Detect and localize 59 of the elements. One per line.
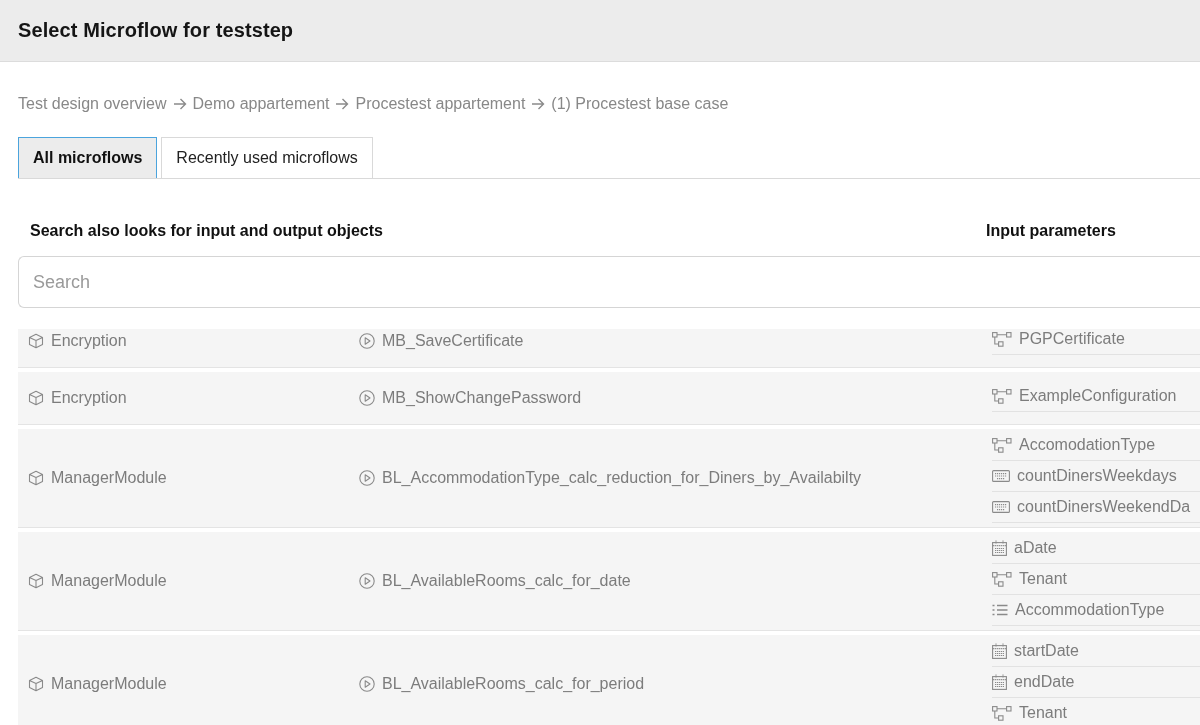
microflow-name: MB_SaveCertificate bbox=[382, 331, 524, 351]
microflow-row[interactable]: Encryption MB_ShowChangePassword ExampleConfiguration bbox=[18, 372, 1200, 425]
calendar-icon bbox=[992, 674, 1007, 690]
keyboard-icon bbox=[992, 470, 1010, 482]
calendar-icon bbox=[992, 540, 1007, 556]
parameter-name: AccommodationType bbox=[1015, 600, 1165, 620]
microflow-name: BL_AvailableRooms_calc_for_period bbox=[382, 674, 645, 694]
parameter-name: Tenant bbox=[1019, 703, 1068, 723]
breadcrumb-link[interactable]: (1) Procestest base case bbox=[551, 94, 729, 114]
play-circle-icon bbox=[359, 470, 375, 486]
microflow-row[interactable]: ManagerModule BL_AvailableRooms_calc_for_period startDate endDate Tenant bbox=[18, 635, 1200, 725]
arrow-right-icon bbox=[335, 98, 350, 110]
parameter-name: Tenant bbox=[1019, 569, 1068, 589]
microflow-name: BL_AccommodationType_calc_reduction_for_Diners_by_Availabilty bbox=[382, 468, 862, 488]
parameter-name: ExampleConfiguration bbox=[1019, 386, 1177, 406]
hierarchy-icon bbox=[992, 388, 1012, 404]
module-name: ManagerModule bbox=[51, 674, 167, 694]
parameter-name: countDinersWeekendDa bbox=[1017, 497, 1191, 517]
cube-icon bbox=[28, 333, 44, 349]
microflow-row[interactable]: ManagerModule BL_AccommodationType_calc_reduction_for_Diners_by_Availabilty AccomodationType countDinersWeekdays countDinersWeekendDa bbox=[18, 429, 1200, 528]
dialog-title: Select Microflow for teststep bbox=[18, 19, 294, 42]
module-name: ManagerModule bbox=[51, 468, 167, 488]
parameter-name: aDate bbox=[1014, 538, 1057, 558]
cube-icon bbox=[28, 676, 44, 692]
microflow-row[interactable]: ManagerModule BL_AvailableRooms_calc_for_date aDate Tenant AccommodationType bbox=[18, 532, 1200, 631]
breadcrumb-link[interactable]: Test design overview bbox=[18, 94, 167, 114]
breadcrumb-link[interactable]: Demo appartement bbox=[192, 94, 330, 114]
play-circle-icon bbox=[359, 573, 375, 589]
parameter-name: endDate bbox=[1014, 672, 1075, 692]
module-name: Encryption bbox=[51, 388, 127, 408]
cube-icon bbox=[28, 470, 44, 486]
keyboard-icon bbox=[992, 501, 1010, 513]
arrow-right-icon bbox=[172, 98, 187, 110]
microflow-name: MB_ShowChangePassword bbox=[382, 388, 582, 408]
tab[interactable]: Recently used microflows bbox=[161, 137, 373, 178]
microflow-row[interactable]: Encryption MB_SaveCertificate PGPCertificate bbox=[18, 329, 1200, 368]
tab[interactable]: All microflows bbox=[18, 137, 158, 178]
parameter-name: startDate bbox=[1014, 641, 1079, 661]
breadcrumb-link[interactable]: Procestest appartement bbox=[355, 94, 526, 114]
column-header: Input parameters bbox=[986, 221, 1117, 241]
hierarchy-icon bbox=[992, 571, 1012, 587]
parameter-name: PGPCertificate bbox=[1019, 329, 1125, 349]
list-icon bbox=[992, 604, 1008, 616]
search-field[interactable]: Search bbox=[18, 256, 1200, 308]
module-name: Encryption bbox=[51, 331, 127, 351]
microflow-name: BL_AvailableRooms_calc_for_date bbox=[382, 571, 631, 591]
play-circle-icon bbox=[359, 676, 375, 692]
hierarchy-icon bbox=[992, 705, 1012, 721]
hierarchy-icon bbox=[992, 331, 1012, 347]
arrow-right-icon bbox=[531, 98, 546, 110]
hierarchy-icon bbox=[992, 437, 1012, 453]
play-circle-icon bbox=[359, 333, 375, 349]
parameter-name: countDinersWeekdays bbox=[1017, 466, 1177, 486]
cube-icon bbox=[28, 573, 44, 589]
calendar-icon bbox=[992, 643, 1007, 659]
module-name: ManagerModule bbox=[51, 571, 167, 591]
play-circle-icon bbox=[359, 390, 375, 406]
cube-icon bbox=[28, 390, 44, 406]
parameter-name: AccomodationType bbox=[1019, 435, 1156, 455]
